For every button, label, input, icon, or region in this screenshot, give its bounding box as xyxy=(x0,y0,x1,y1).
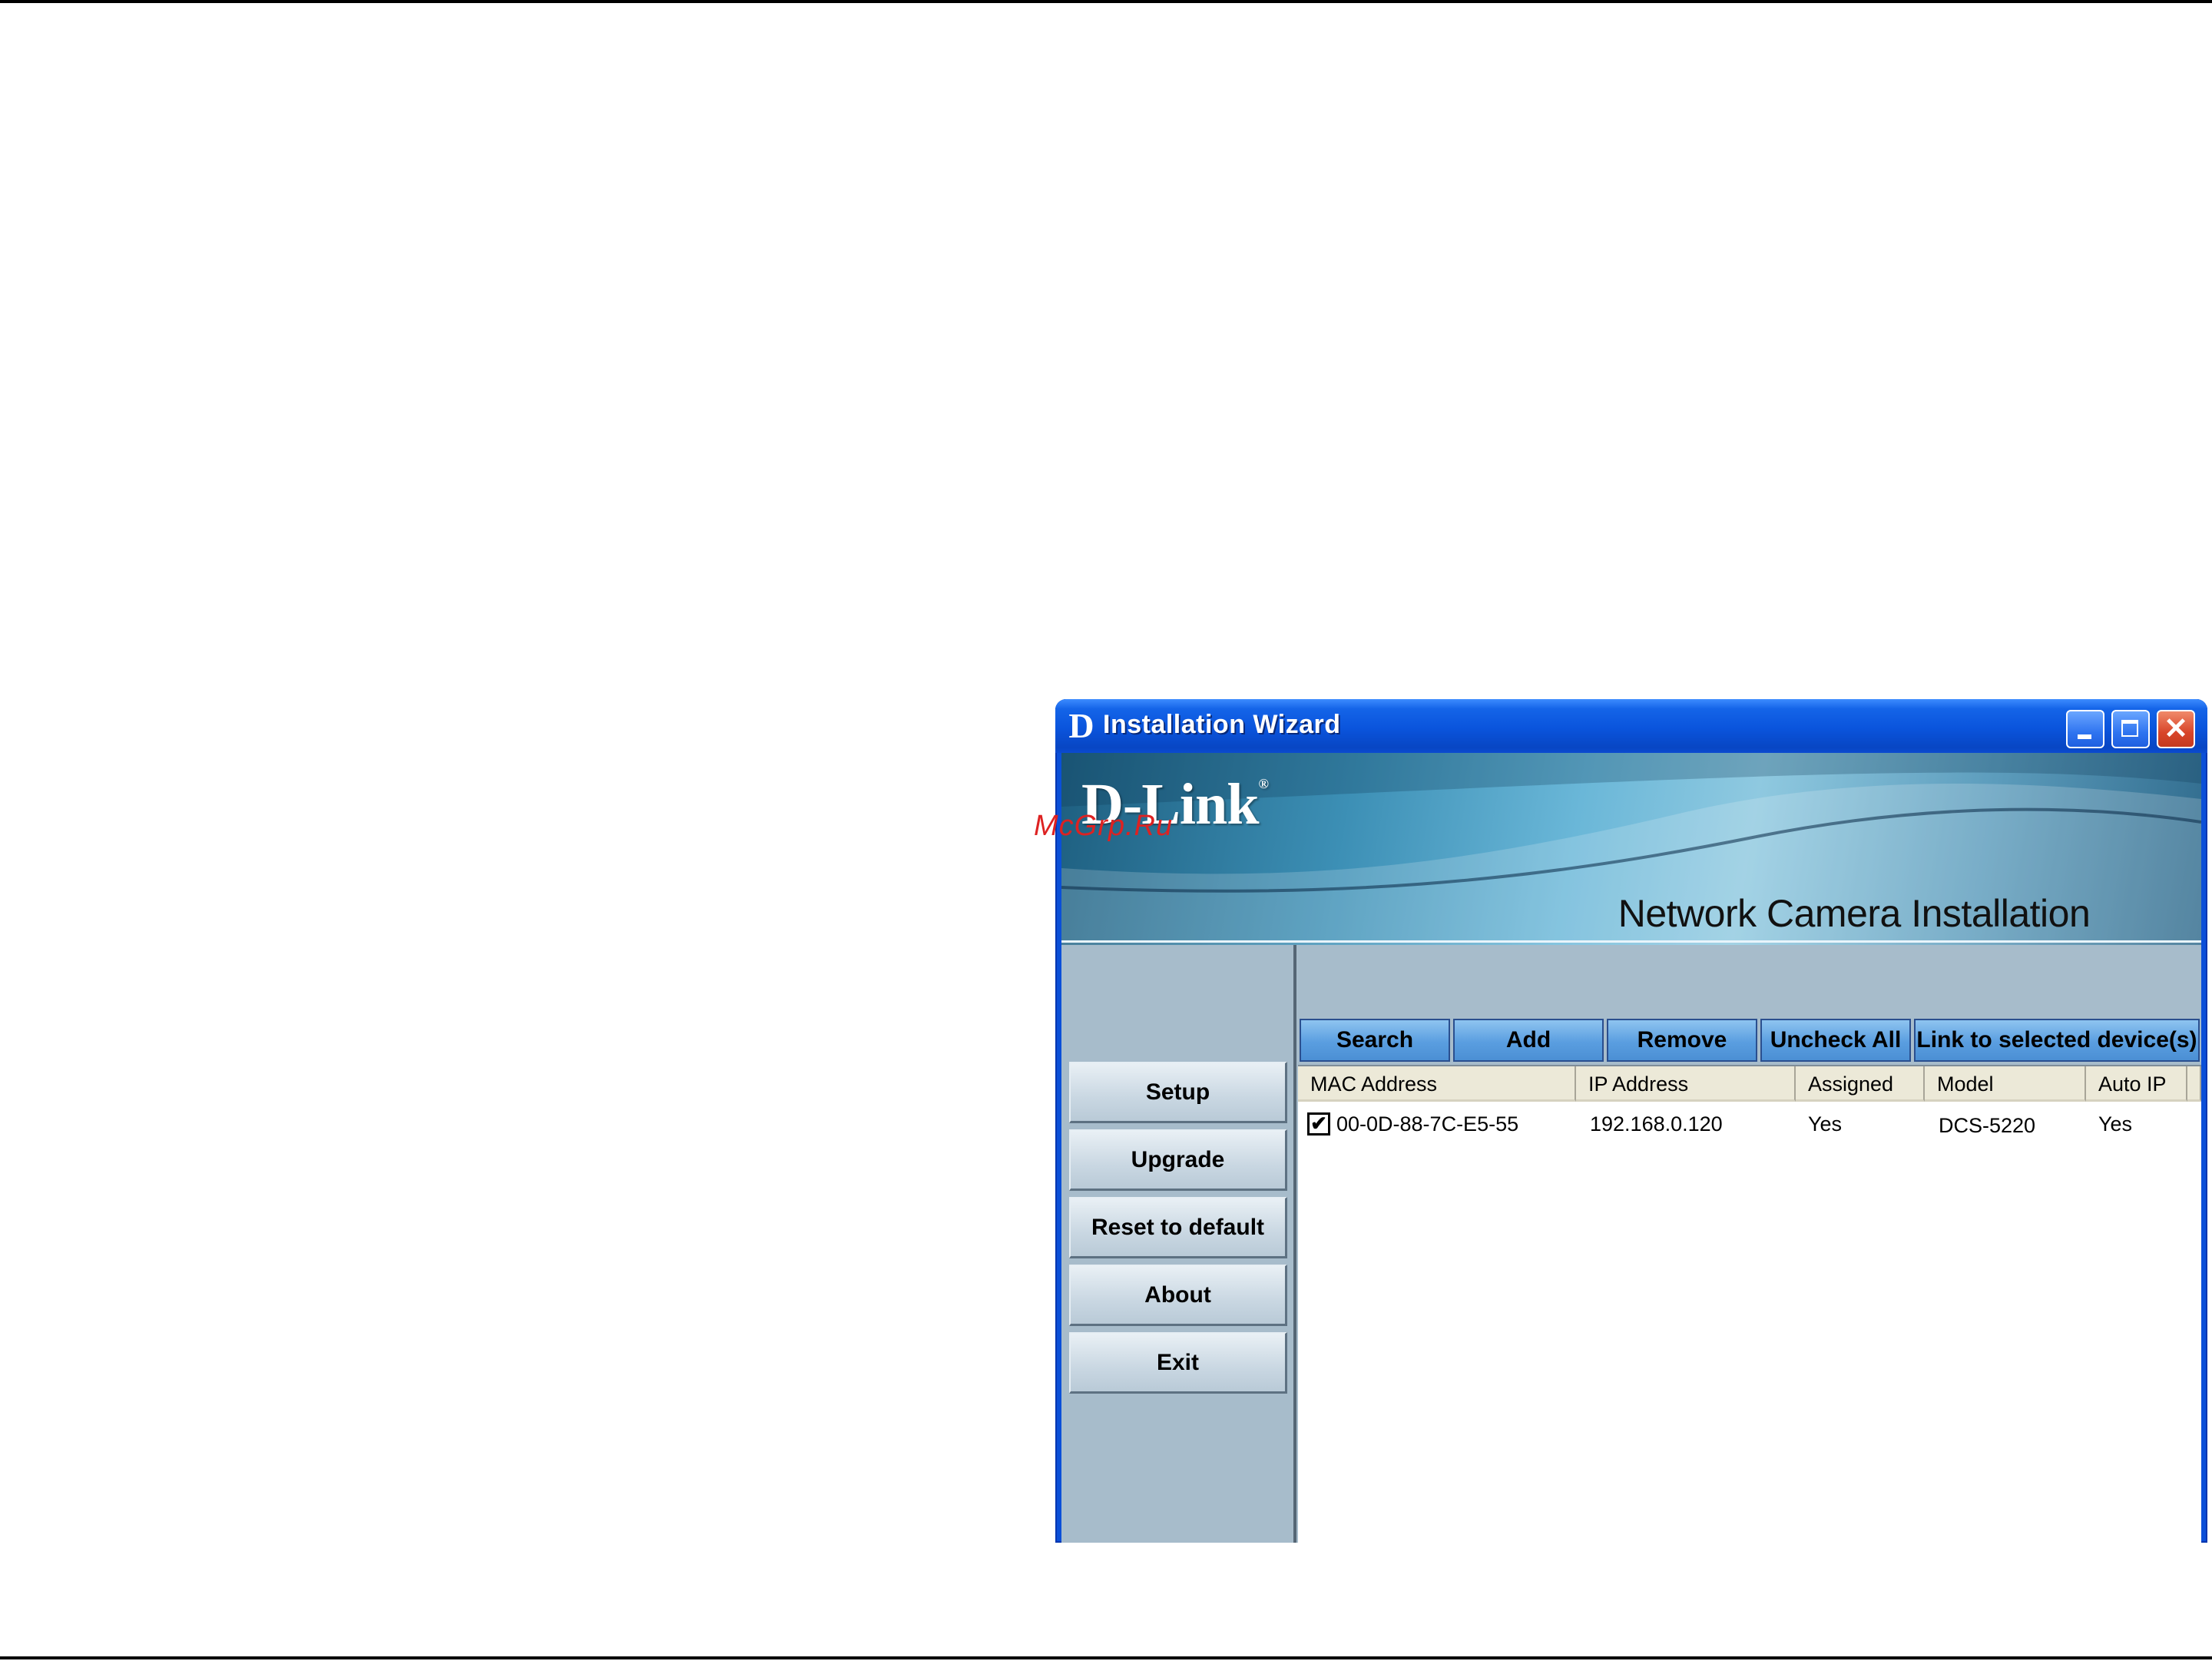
installation-wizard-window: D Installation Wizard ✕ D-Link® Network … xyxy=(1055,699,2207,1543)
setup-button[interactable]: Setup xyxy=(1069,1062,1287,1123)
window-client-area: D-Link® Network Camera Installation Setu… xyxy=(1061,753,2201,1543)
link-to-selected-devices-button[interactable]: Link to selected device(s) xyxy=(1914,1019,2200,1062)
row-checkbox[interactable]: ✔ xyxy=(1307,1112,1330,1136)
column-header-filler xyxy=(2187,1066,2201,1102)
header-banner: D-Link® Network Camera Installation xyxy=(1061,753,2201,945)
uncheck-all-button[interactable]: Uncheck All xyxy=(1760,1019,1911,1062)
mac-address-cell: 00-0D-88-7C-E5-55 xyxy=(1336,1112,1519,1136)
minimize-icon xyxy=(2078,734,2091,739)
banner-divider xyxy=(1061,940,2201,943)
close-icon: ✕ xyxy=(2164,713,2188,745)
exit-button[interactable]: Exit xyxy=(1069,1332,1287,1394)
maximize-button[interactable] xyxy=(2111,710,2150,748)
watermark-text: McGrp.Ru xyxy=(1034,810,1174,842)
column-header-mac-address[interactable]: MAC Address xyxy=(1298,1066,1576,1102)
device-list[interactable]: MAC Address IP Address Assigned Model Au… xyxy=(1298,1065,2201,1543)
page-bottom-rule xyxy=(0,1656,2212,1659)
page-top-rule xyxy=(0,0,2212,3)
about-button[interactable]: About xyxy=(1069,1265,1287,1326)
dlink-app-icon: D xyxy=(1068,706,1094,745)
column-header-assigned[interactable]: Assigned xyxy=(1796,1066,1925,1102)
close-button[interactable]: ✕ xyxy=(2157,710,2195,748)
title-bar[interactable]: D Installation Wizard ✕ xyxy=(1055,699,2207,753)
maximize-icon xyxy=(2121,720,2138,737)
upgrade-button[interactable]: Upgrade xyxy=(1069,1129,1287,1191)
minimize-button[interactable] xyxy=(2066,710,2104,748)
auto-ip-cell: Yes xyxy=(2098,1112,2133,1136)
column-header-auto-ip[interactable]: Auto IP xyxy=(2086,1066,2187,1102)
banner-title: Network Camera Installation xyxy=(1618,892,2091,935)
search-button[interactable]: Search xyxy=(1300,1019,1450,1062)
add-button[interactable]: Add xyxy=(1453,1019,1604,1062)
ip-address-cell: 192.168.0.120 xyxy=(1590,1112,1723,1136)
sidebar-divider xyxy=(1293,945,1296,1543)
reset-to-default-button[interactable]: Reset to default xyxy=(1069,1197,1287,1258)
remove-button[interactable]: Remove xyxy=(1607,1019,1757,1062)
window-title: Installation Wizard xyxy=(1103,710,1341,739)
model-cell: DCS-5220 xyxy=(1939,1114,2036,1137)
assigned-cell: Yes xyxy=(1808,1112,1843,1136)
column-header-ip-address[interactable]: IP Address xyxy=(1576,1066,1796,1102)
column-header-model[interactable]: Model xyxy=(1925,1066,2086,1102)
